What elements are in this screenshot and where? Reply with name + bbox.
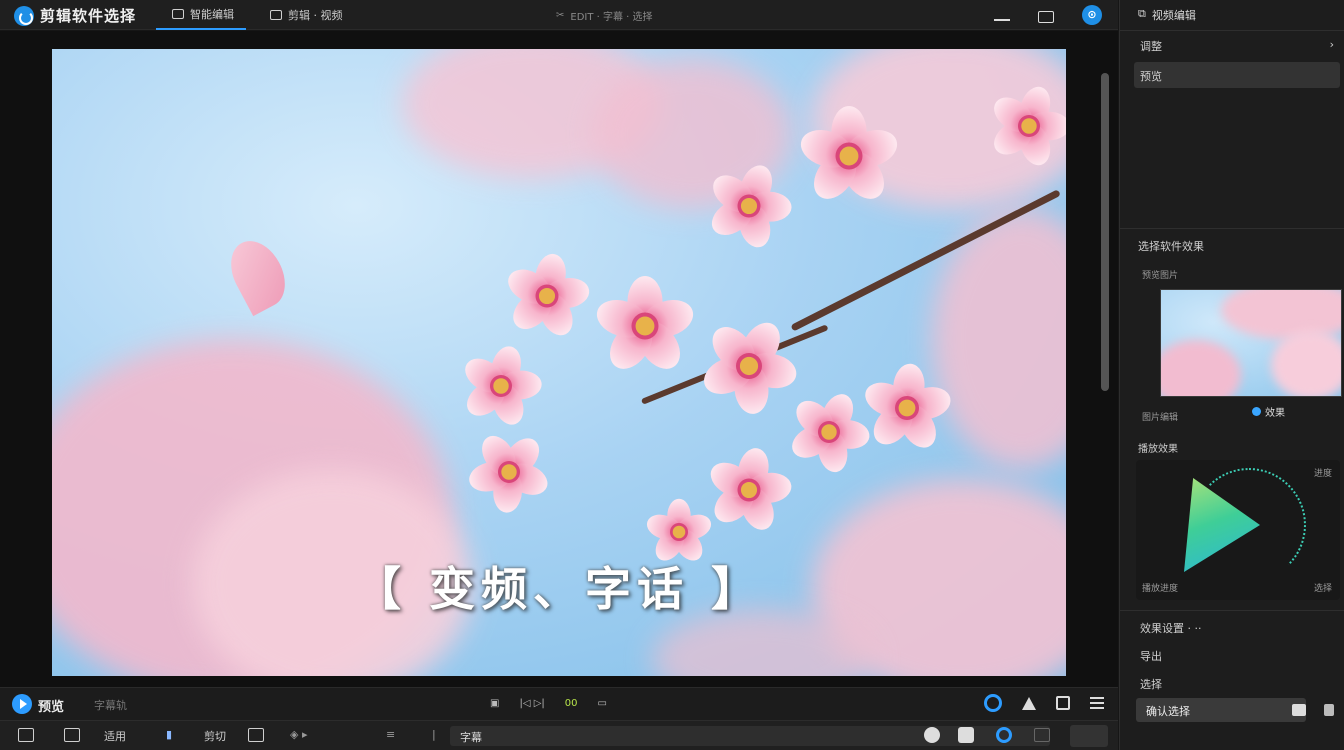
viz-title: 播放效果	[1138, 444, 1178, 455]
transform-icon[interactable]	[248, 728, 264, 742]
marker-icon[interactable]: ▮	[166, 728, 172, 741]
app-logo-icon	[14, 5, 34, 26]
edit-toolbar: 适用 ▮ 剪切 ◈ ▸ ≡ | 字幕	[0, 720, 1118, 750]
account-icon[interactable]: ⊙	[1082, 5, 1102, 25]
preview-area: 【 变频、字话 】	[0, 31, 1118, 687]
subtitle-track-label[interactable]: 字幕轨	[94, 697, 127, 713]
video-icon: ⧉	[1138, 7, 1146, 20]
menu-item-preview[interactable]: 预览	[1134, 62, 1340, 88]
blossom	[860, 362, 954, 455]
divider	[1120, 610, 1344, 611]
cut-button[interactable]: 剪切	[204, 728, 226, 744]
blossom	[502, 251, 592, 341]
thumb-caption: 预览图片	[1142, 271, 1179, 281]
blossom	[592, 276, 698, 377]
preview-label: 预览	[38, 700, 65, 715]
tab-label: 智能编辑	[190, 8, 234, 21]
preview-scrollbar[interactable]	[1101, 73, 1109, 391]
thumb-blossom	[1161, 340, 1241, 396]
divider	[1120, 228, 1344, 229]
menu-item-label: 预览	[1140, 70, 1162, 83]
panel-header: ⧉ 视频编辑	[1138, 7, 1196, 23]
thumb-blossom	[1271, 330, 1341, 396]
viz-top-label: 进度	[1313, 469, 1332, 479]
layout-icon[interactable]	[18, 728, 34, 742]
panel-header-title: 视频编辑	[1151, 9, 1196, 22]
playbar-tools	[984, 694, 1104, 712]
thumb-status-label: 效果	[1265, 408, 1285, 419]
subtitle-text[interactable]: 【 变频、字话 】	[52, 553, 1066, 619]
minimize-icon[interactable]	[994, 18, 1010, 21]
pin-icon[interactable]	[1292, 704, 1306, 716]
falling-petal	[220, 231, 296, 317]
edit-icon	[172, 9, 184, 19]
timecode: 00	[564, 698, 578, 709]
document-title-text: EDIT · 字幕 · 选择	[570, 12, 653, 23]
divider	[1120, 30, 1344, 31]
fullscreen-icon[interactable]	[1056, 696, 1070, 710]
divider-icon: |	[432, 728, 436, 741]
confirm-button[interactable]: 确认选择	[1136, 698, 1306, 722]
effects-icon[interactable]: ◈ ▸	[290, 728, 307, 741]
row-label: 导出	[1140, 650, 1162, 663]
effect-visualizer[interactable]: 进度 播放进度 选择	[1136, 460, 1340, 600]
align-icon[interactable]: ≡	[386, 728, 395, 741]
menu-icon[interactable]	[1090, 697, 1104, 709]
blossom	[698, 315, 800, 416]
screen-icon[interactable]	[64, 728, 80, 742]
shield-icon[interactable]	[958, 727, 974, 743]
video-preview[interactable]: 【 变频、字话 】	[52, 49, 1066, 676]
blossom	[459, 342, 543, 430]
zoom-control[interactable]	[1070, 725, 1108, 747]
menu-item-adjust[interactable]: 调整 ›	[1134, 32, 1340, 58]
window-controls: ⊙	[994, 5, 1102, 25]
blossom	[705, 160, 793, 252]
play-icon[interactable]	[12, 694, 32, 714]
apply-button[interactable]: 适用	[104, 728, 126, 744]
select-row[interactable]: 选择	[1134, 670, 1340, 696]
window-icon[interactable]	[1038, 11, 1054, 23]
effect-settings-row[interactable]: 效果设置 · ··	[1134, 614, 1340, 640]
frame-icon[interactable]: ▣	[490, 698, 499, 709]
document-title: ✂ EDIT · 字幕 · 选择	[556, 8, 653, 23]
record-icon[interactable]	[984, 694, 1002, 712]
preview-thumbnail[interactable]	[1160, 289, 1342, 397]
mask-icon[interactable]	[924, 727, 940, 743]
thumb-footer: 图片编辑	[1142, 413, 1179, 423]
blossom	[786, 389, 872, 475]
viz-bottom-left-label: 播放进度	[1142, 584, 1179, 594]
document-icon: ✂	[556, 10, 565, 21]
row-label: 效果设置 · ··	[1140, 622, 1202, 635]
app-logo[interactable]: 剪辑软件选择	[14, 5, 136, 26]
viz-bottom-right-label: 选择	[1313, 584, 1332, 594]
thumb-status: 效果	[1252, 404, 1285, 419]
tab-label: 剪辑 · 视频	[288, 9, 343, 22]
tab-clip[interactable]: 剪辑 · 视频	[270, 0, 343, 30]
blossom	[987, 82, 1066, 170]
menu-item-label: 调整	[1140, 40, 1162, 53]
sync-icon[interactable]	[996, 727, 1012, 743]
row-label: 选择	[1140, 678, 1162, 691]
blossom	[796, 106, 902, 207]
top-bar: 剪辑软件选择 智能编辑 剪辑 · 视频 ✂ EDIT · 字幕 · 选择 ⊙	[0, 0, 1118, 30]
step-controls[interactable]: |◁ ▷|	[519, 698, 544, 709]
box-icon[interactable]	[1034, 728, 1050, 742]
app-title: 剪辑软件选择	[40, 7, 137, 25]
clip-icon	[270, 10, 282, 20]
status-dot-icon	[1252, 407, 1261, 416]
blossom	[704, 445, 793, 535]
right-panel: ⧉ 视频编辑 调整 › 预览 选择软件效果 预览图片 图片编辑 效果 播放效果 …	[1119, 0, 1344, 750]
tab-smart-edit[interactable]: 智能编辑	[156, 0, 246, 30]
blossom	[466, 429, 553, 514]
export-row[interactable]: 导出	[1134, 642, 1340, 668]
playback-controls: ▣ |◁ ▷| 00 ▭	[490, 698, 607, 709]
track-label: 字幕	[460, 731, 482, 744]
crop-icon[interactable]	[1022, 696, 1036, 710]
trash-icon[interactable]	[1324, 704, 1334, 716]
chevron-right-icon: ›	[1329, 38, 1334, 51]
section-title: 选择软件效果	[1138, 240, 1204, 253]
aspect-icon[interactable]: ▭	[598, 698, 607, 709]
playback-bar: 预览 字幕轨 ▣ |◁ ▷| 00 ▭	[0, 687, 1118, 720]
